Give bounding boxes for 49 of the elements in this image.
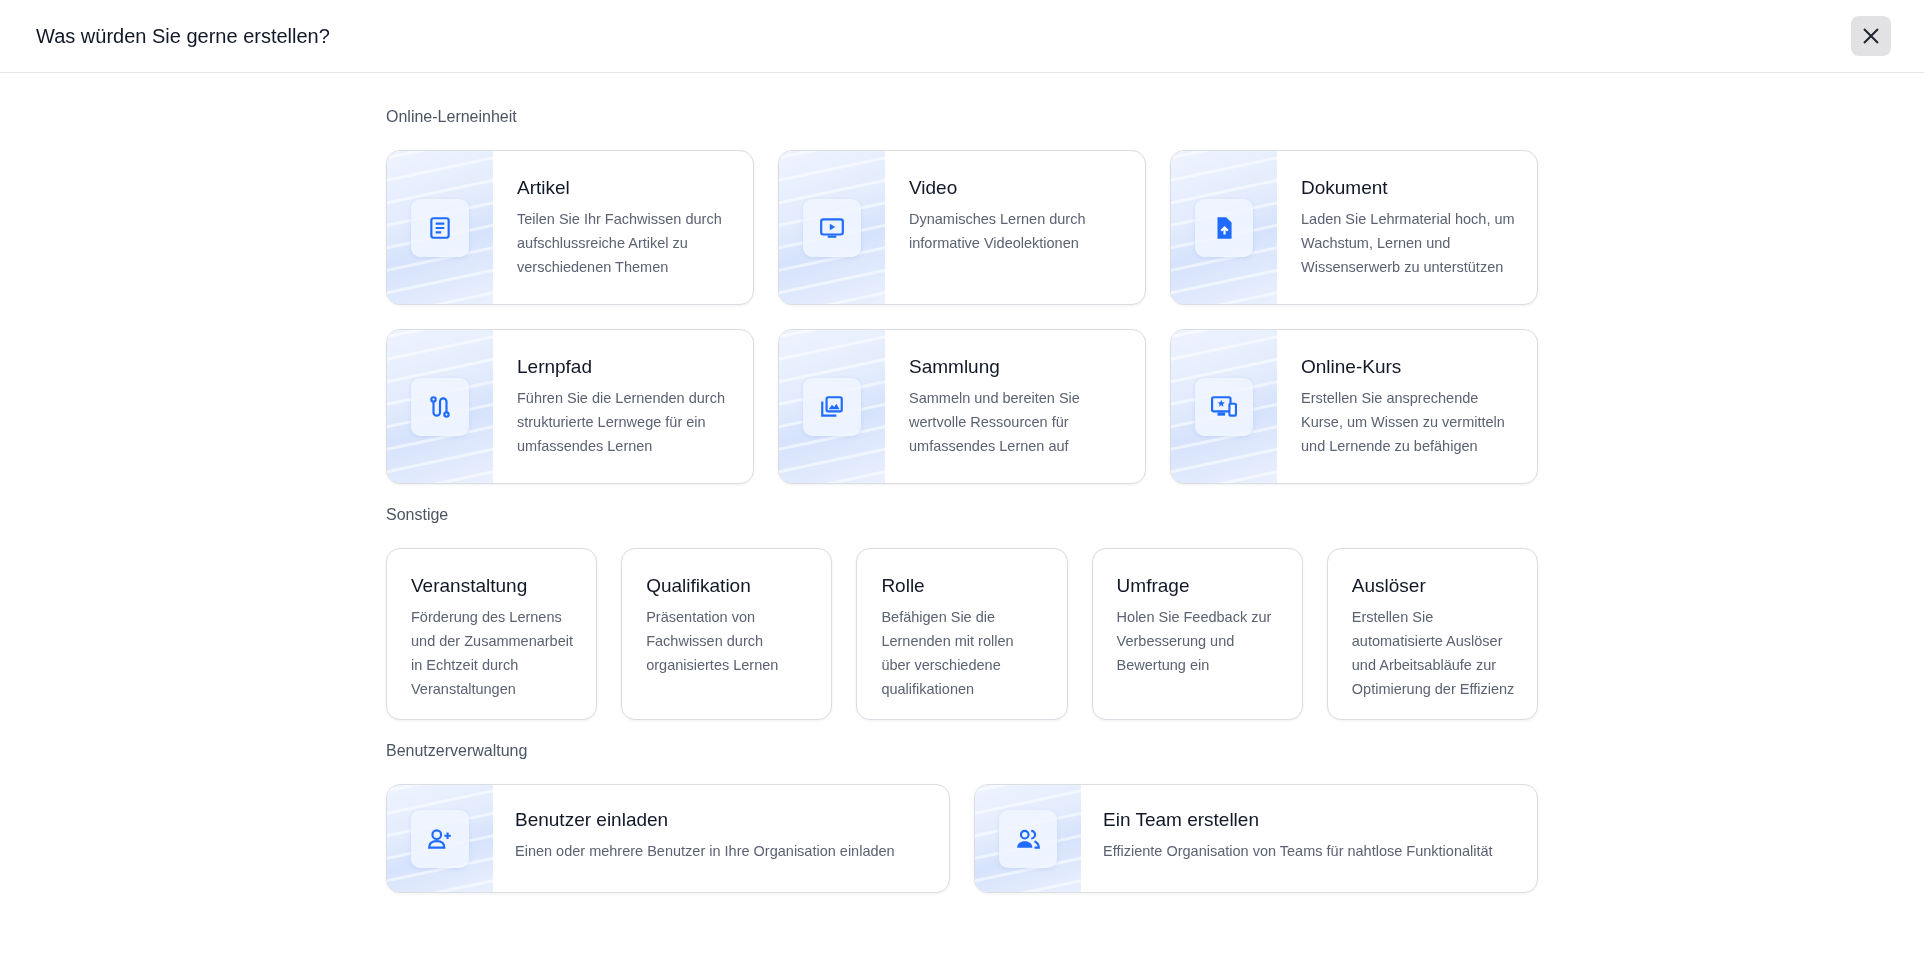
option-card[interactable]: Rolle Befähigen Sie die Lernenden mit rollen über verschiedene qualifikationen: [856, 548, 1068, 720]
card-title: Auslöser: [1351, 575, 1427, 597]
card-description: Erstellen Sie ansprechende Kurse, um Wissen zu vermitteln und Lernende zu befähigen: [1301, 389, 1506, 456]
option-card[interactable]: Umfrage Holen Sie Feedback zur Verbesserung und Bewertung ein: [1091, 548, 1303, 720]
option-card[interactable]: Artikel Teilen Sie Ihr Fachwissen durch aufschlussreiche Artikel zu verschiedenen Themen: [386, 150, 754, 305]
card-description: Erstellen Sie automatisierte Auslöser und Arbeitsabläufe zur Optimierung der Effizienz: [1351, 608, 1516, 699]
option-card[interactable]: Auslöser Erstellen Sie automatisierte Auslöser und Arbeitsabläufe zur Optimierung der Effizienz: [1326, 548, 1538, 720]
close-button[interactable]: [1851, 16, 1891, 56]
card-title: Rolle: [881, 575, 926, 597]
route-icon: [427, 393, 453, 420]
option-card[interactable]: Online-Kurs Erstellen Sie ansprechende Kurse, um Wissen zu vermitteln und Lernende zu befähigen: [1170, 329, 1538, 484]
card-description: Holen Sie Feedback zur Verbesserung und Bewertung ein: [1116, 608, 1273, 675]
card-description: Befähigen Sie die Lernenden mit rollen über verschiedene qualifikationen: [881, 608, 1015, 699]
image-stack-icon: [819, 393, 845, 420]
card-title: Qualifikation: [646, 575, 752, 597]
card-description: Sammeln und bereiten Sie wertvolle Ressourcen für umfassendes Lernen auf: [909, 389, 1081, 456]
option-card[interactable]: Veranstaltung Förderung des Lernens und der Zusammenarbeit in Echtzeit durch Veranstaltungen: [386, 548, 598, 720]
close-icon: [1862, 27, 1880, 45]
section-heading: Sonstige: [386, 506, 449, 524]
card-description: Teilen Sie Ihr Fachwissen durch aufschlussreiche Artikel zu verschiedenen Themen: [517, 210, 723, 277]
dialog-title: Was würden Sie gerne erstellen?: [36, 24, 330, 48]
article-icon: [427, 214, 453, 241]
card-description: Einen oder mehrere Benutzer in Ihre Organisation einladen: [515, 842, 895, 861]
card-title: Benutzer einladen: [515, 809, 670, 831]
card-title: Artikel: [517, 177, 571, 199]
card-description: Effiziente Organisation von Teams für nahtlose Funktionalität: [1103, 842, 1493, 861]
section-heading: Online-Lerneinheit: [386, 108, 517, 126]
card-title: Dokument: [1301, 177, 1389, 199]
card-title: Lernpfad: [517, 356, 593, 378]
card-description: Dynamisches Lernen durch informative Videolektionen: [909, 210, 1087, 253]
card-description: Förderung des Lernens und der Zusammenarbeit in Echtzeit durch Veranstaltungen: [411, 608, 574, 699]
card-description: Präsentation von Fachwissen durch organisiertes Lernen: [646, 608, 780, 675]
option-card[interactable]: Sammlung Sammeln und bereiten Sie wertvolle Ressourcen für umfassendes Lernen auf: [778, 329, 1146, 484]
option-card[interactable]: Lernpfad Führen Sie die Lernenden durch strukturierte Lernwege für ein umfassendes Lernen: [386, 329, 754, 484]
card-title: Video: [909, 177, 959, 199]
option-card[interactable]: Qualifikation Präsentation von Fachwissen durch organisiertes Lernen: [621, 548, 833, 720]
card-title: Veranstaltung: [411, 575, 529, 597]
option-card[interactable]: Ein Team erstellen Effiziente Organisation von Teams für nahtlose Funktionalität: [974, 784, 1538, 893]
section-heading: Benutzerverwaltung: [386, 742, 528, 760]
card-title: Ein Team erstellen: [1103, 809, 1260, 831]
card-title: Online-Kurs: [1301, 356, 1403, 378]
card-description: Laden Sie Lehrmaterial hoch, um Wachstum, Lernen und Wissenserwerb zu unterstützen: [1301, 210, 1515, 277]
option-card[interactable]: Dokument Laden Sie Lehrmaterial hoch, um Wachstum, Lernen und Wissenserwerb zu unterstützen: [1170, 150, 1538, 305]
card-description: Führen Sie die Lernenden durch strukturierte Lernwege für ein umfassendes Lernen: [517, 389, 726, 456]
option-card[interactable]: Benutzer einladen Einen oder mehrere Benutzer in Ihre Organisation einladen: [386, 784, 950, 893]
card-title: Umfrage: [1116, 575, 1191, 597]
option-card[interactable]: Video Dynamisches Lernen durch informative Videolektionen: [778, 150, 1146, 305]
monitor-star-icon: [1211, 393, 1237, 420]
card-title: Sammlung: [909, 356, 1001, 378]
